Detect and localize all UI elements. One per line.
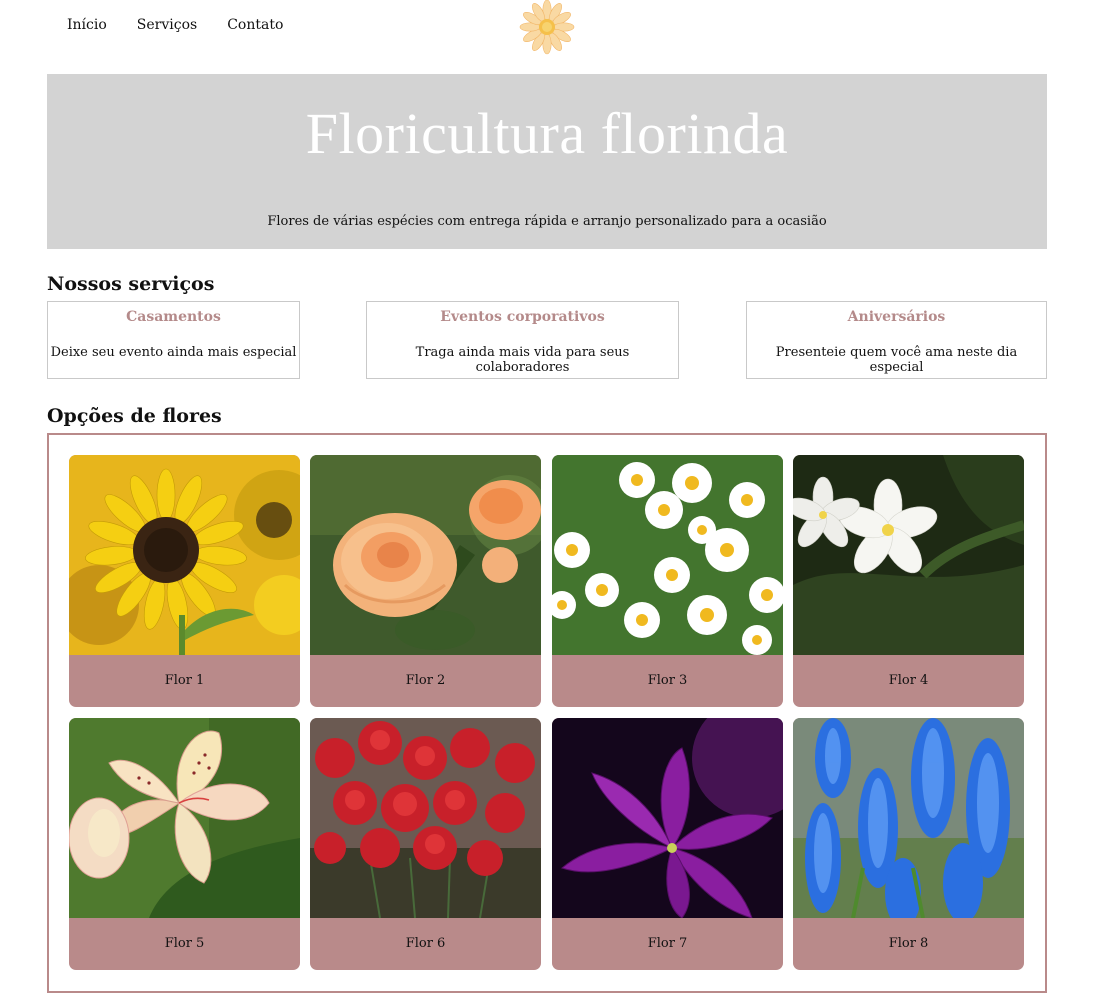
service-card-casamentos[interactable]: Casamentos Deixe seu evento ainda mais e… bbox=[47, 301, 300, 379]
muscari-image bbox=[793, 718, 1024, 918]
service-card-text: Deixe seu evento ainda mais especial bbox=[50, 345, 297, 360]
daisy-logo-icon bbox=[519, 0, 575, 55]
flower-caption: Flor 4 bbox=[888, 673, 929, 688]
alstroemeria-image bbox=[69, 718, 300, 918]
flower-card-6[interactable]: Flor 6 bbox=[310, 718, 541, 970]
service-card-title: Eventos corporativos bbox=[440, 309, 605, 325]
plumeria-image bbox=[793, 455, 1024, 655]
hero-title: Floricultura florinda bbox=[305, 101, 789, 166]
nav-link-contato[interactable]: Contato bbox=[227, 17, 283, 33]
hero-subtitle: Flores de várias espécies com entrega rá… bbox=[267, 214, 827, 229]
flower-card-1[interactable]: Flor 1 bbox=[69, 455, 300, 707]
service-card-title: Casamentos bbox=[126, 309, 221, 325]
sunflower-image bbox=[69, 455, 300, 655]
nav-link-inicio[interactable]: Início bbox=[67, 17, 107, 33]
nav-link-servicos[interactable]: Serviços bbox=[137, 17, 197, 33]
flower-caption: Flor 1 bbox=[164, 673, 205, 688]
service-card-title: Aniversários bbox=[847, 309, 946, 325]
hero-banner: Floricultura florinda Flores de várias e… bbox=[47, 74, 1047, 249]
flowers-title: Opções de flores bbox=[47, 405, 222, 427]
flower-card-5[interactable]: Flor 5 bbox=[69, 718, 300, 970]
daisies-image bbox=[552, 455, 783, 655]
flower-card-2[interactable]: Flor 2 bbox=[310, 455, 541, 707]
service-card-eventos-corporativos[interactable]: Eventos corporativos Traga ainda mais vi… bbox=[366, 301, 679, 379]
flower-gallery: Flor 1 Flor 2 Flor 3 Flor 4 Flor 5 Flor … bbox=[47, 433, 1047, 993]
flower-caption: Flor 5 bbox=[164, 936, 205, 951]
flower-card-8[interactable]: Flor 8 bbox=[793, 718, 1024, 970]
carnations-image bbox=[310, 718, 541, 918]
flower-caption: Flor 6 bbox=[405, 936, 446, 951]
flower-caption: Flor 3 bbox=[647, 673, 688, 688]
rose-image bbox=[310, 455, 541, 655]
top-nav: Início Serviços Contato bbox=[67, 17, 313, 33]
flower-card-4[interactable]: Flor 4 bbox=[793, 455, 1024, 707]
service-card-aniversarios[interactable]: Aniversários Presenteie quem você ama ne… bbox=[746, 301, 1047, 379]
service-card-text: Presenteie quem você ama neste dia espec… bbox=[775, 345, 1018, 375]
services-title: Nossos serviços bbox=[47, 273, 215, 295]
flower-caption: Flor 2 bbox=[405, 673, 446, 688]
hyacinth-image bbox=[552, 718, 783, 918]
flower-caption: Flor 7 bbox=[647, 936, 688, 951]
service-card-text: Traga ainda mais vida para seus colabora… bbox=[415, 345, 630, 375]
flower-card-7[interactable]: Flor 7 bbox=[552, 718, 783, 970]
flower-card-3[interactable]: Flor 3 bbox=[552, 455, 783, 707]
flower-caption: Flor 8 bbox=[888, 936, 929, 951]
